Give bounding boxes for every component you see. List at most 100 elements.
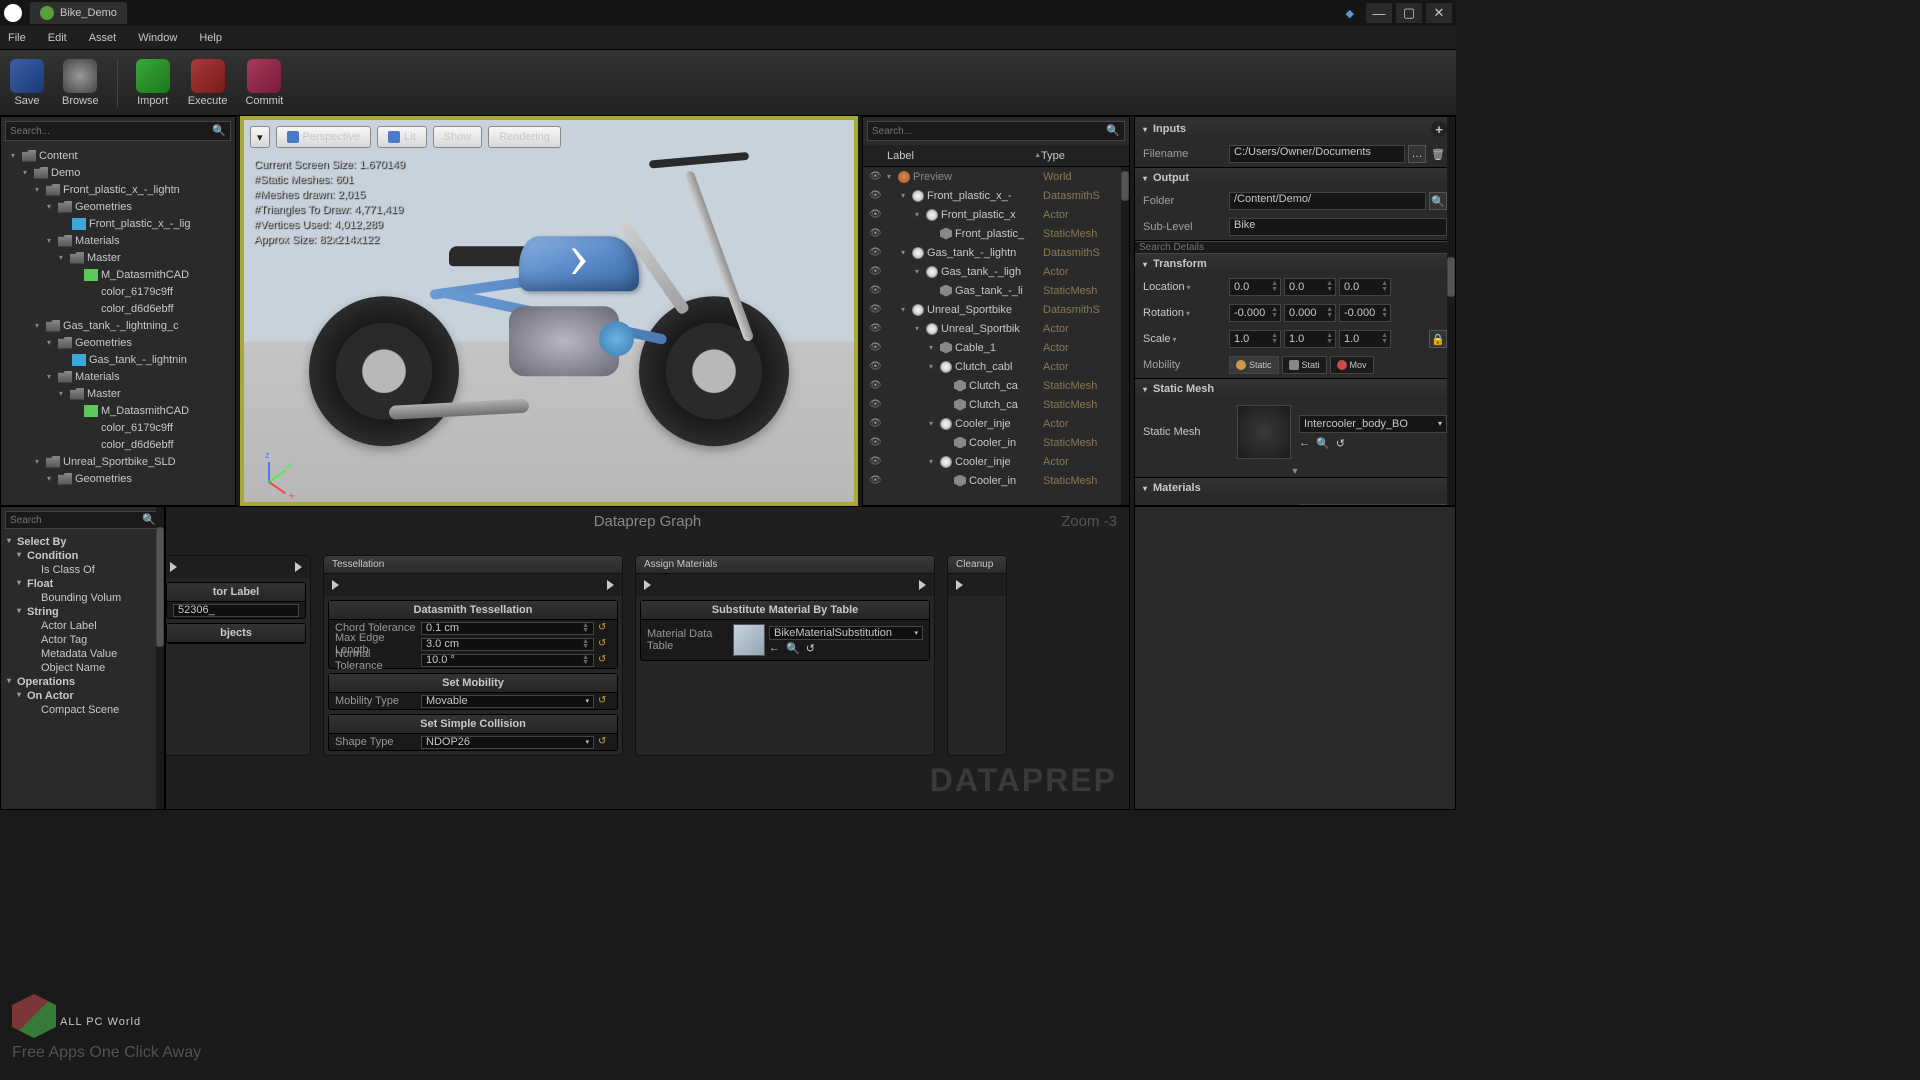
reset-asset-icon[interactable]: ↺ <box>806 642 815 655</box>
tree-item[interactable]: M_DatasmithCAD <box>1 266 235 283</box>
materials-section-header[interactable]: ▾Materials <box>1135 478 1455 498</box>
tree-item[interactable]: color_d6d6ebff <box>1 300 235 317</box>
reset-param-icon[interactable]: ↺ <box>598 638 611 651</box>
tree-item[interactable]: ▾Materials <box>1 232 235 249</box>
visibility-eye-icon[interactable]: 👁 <box>869 323 885 334</box>
browse-asset-icon[interactable]: 🔍 <box>1316 437 1330 450</box>
param-input[interactable]: 10.0 °▲▼ <box>421 654 594 667</box>
transform-input[interactable]: 1.0▲▼ <box>1229 330 1281 348</box>
selectby-search-input[interactable] <box>10 515 142 526</box>
selectby-item[interactable]: Is Class Of <box>1 563 164 577</box>
close-button[interactable]: ✕ <box>1426 3 1452 23</box>
delete-input-button[interactable]: 🗑 <box>1429 145 1447 163</box>
outliner-row[interactable]: 👁Clutch_caStaticMesh <box>883 376 1129 395</box>
lock-scale-button[interactable]: 🔒 <box>1429 330 1447 348</box>
viewport[interactable]: ▾ Perspective Lit Show Rendering Current… <box>240 116 858 506</box>
visibility-eye-icon[interactable]: 👁 <box>869 304 885 315</box>
transform-input[interactable]: 0.0▲▼ <box>1229 278 1281 296</box>
selectby-item[interactable]: Compact Scene <box>1 703 164 717</box>
commit-button[interactable]: Commit <box>245 59 283 107</box>
selectby-item[interactable]: Bounding Volum <box>1 591 164 605</box>
static-mesh-thumbnail[interactable] <box>1237 405 1291 459</box>
outliner-header[interactable]: Label ▲ Type <box>863 145 1129 167</box>
transform-input[interactable]: 0.0▲▼ <box>1284 278 1336 296</box>
selectby-item[interactable]: Metadata Value <box>1 647 164 661</box>
tree-item[interactable]: ▾Geometries <box>1 198 235 215</box>
mobility-stati-button[interactable]: Stati <box>1282 356 1327 374</box>
window-tab[interactable]: Bike_Demo <box>30 2 127 24</box>
selectby-item[interactable]: Actor Label <box>1 619 164 633</box>
selectby-item[interactable]: ▾Float <box>1 577 164 591</box>
tree-item[interactable]: ▾Master <box>1 249 235 266</box>
visibility-eye-icon[interactable]: 👁 <box>869 209 885 220</box>
tree-item[interactable]: ▾Geometries <box>1 470 235 487</box>
transform-input[interactable]: 1.0▲▼ <box>1339 330 1391 348</box>
maximize-button[interactable]: ▢ <box>1396 3 1422 23</box>
visibility-eye-icon[interactable]: 👁 <box>869 361 885 372</box>
visibility-eye-icon[interactable]: 👁 <box>869 418 885 429</box>
visibility-eye-icon[interactable]: 👁 <box>869 285 885 296</box>
tree-item[interactable]: color_6179c9ff <box>1 419 235 436</box>
reset-param-icon[interactable]: ↺ <box>598 736 611 749</box>
transform-input[interactable]: 1.0▲▼ <box>1284 330 1336 348</box>
outliner-row[interactable]: 👁▾Front_plastic_xActor <box>883 205 1129 224</box>
content-search-input[interactable] <box>10 126 212 137</box>
visibility-eye-icon[interactable]: 👁 <box>869 475 885 486</box>
transform-input[interactable]: 0.000▲▼ <box>1284 304 1336 322</box>
graph-node-assign-materials[interactable]: Assign Materials Substitute Material By … <box>635 555 935 756</box>
selectby-item[interactable]: Actor Tag <box>1 633 164 647</box>
add-input-button[interactable]: + <box>1431 121 1447 137</box>
minimize-button[interactable]: — <box>1366 3 1392 23</box>
tree-item[interactable]: Front_plastic_x_-_lig <box>1 215 235 232</box>
sublevel-input[interactable]: Bike <box>1229 218 1447 236</box>
save-button[interactable]: Save <box>10 59 44 107</box>
menu-edit[interactable]: Edit <box>48 32 67 44</box>
visibility-eye-icon[interactable]: 👁 <box>869 437 885 448</box>
visibility-eye-icon[interactable]: 👁 <box>869 380 885 391</box>
browse-path-button[interactable]: … <box>1408 145 1426 163</box>
selectby-item[interactable]: ▾Condition <box>1 549 164 563</box>
rendering-button[interactable]: Rendering <box>488 126 561 148</box>
execute-button[interactable]: Execute <box>188 59 228 107</box>
transform-section-header[interactable]: ▾Transform <box>1135 254 1455 274</box>
material-thumbnail[interactable] <box>1237 506 1291 507</box>
mobility-mov-button[interactable]: Mov <box>1330 356 1374 374</box>
tree-item[interactable]: Gas_tank_-_lightnin <box>1 351 235 368</box>
transform-input[interactable]: 0.0▲▼ <box>1339 278 1391 296</box>
outliner-row[interactable]: 👁▾Gas_tank_-_lighActor <box>883 262 1129 281</box>
selectby-item[interactable]: ▾Operations <box>1 675 164 689</box>
filename-input[interactable]: C:/Users/Owner/Documents <box>1229 145 1405 163</box>
outliner-row[interactable]: 👁▾Cooler_injeActor <box>883 414 1129 433</box>
outliner-row[interactable]: 👁▾Cable_1Actor <box>883 338 1129 357</box>
reset-param-icon[interactable]: ↺ <box>598 622 611 635</box>
graph-node[interactable]: tor Label 52306_ bjects <box>165 555 311 756</box>
import-button[interactable]: Import <box>136 59 170 107</box>
material-dropdown[interactable]: color_333333ff▾ <box>1299 504 1447 506</box>
selectby-item[interactable]: ▾String <box>1 605 164 619</box>
tree-item[interactable]: ▾Gas_tank_-_lightning_c <box>1 317 235 334</box>
selectby-item[interactable]: ▾Select By <box>1 535 164 549</box>
visibility-eye-icon[interactable]: 👁 <box>869 247 885 258</box>
perspective-button[interactable]: Perspective <box>276 126 371 148</box>
outliner-row[interactable]: 👁Gas_tank_-_liStaticMesh <box>883 281 1129 300</box>
outliner-row[interactable]: 👁▾PreviewWorld <box>883 167 1129 186</box>
mobility-static-button[interactable]: Static <box>1229 356 1279 374</box>
outliner-row[interactable]: 👁▾Gas_tank_-_lightnDatasmithS <box>883 243 1129 262</box>
tree-item[interactable]: ▾Geometries <box>1 334 235 351</box>
selectby-item[interactable]: ▾On Actor <box>1 689 164 703</box>
tree-item[interactable]: color_6179c9ff <box>1 283 235 300</box>
reset-param-icon[interactable]: ↺ <box>598 654 611 667</box>
tree-item[interactable]: ▾Unreal_Sportbike_SLD <box>1 453 235 470</box>
outliner-row[interactable]: 👁▾Unreal_SportbikActor <box>883 319 1129 338</box>
dataprep-graph-panel[interactable]: Dataprep Graph Zoom -3 DATAPREP tor Labe… <box>165 506 1130 810</box>
visibility-eye-icon[interactable]: 👁 <box>869 456 885 467</box>
static-mesh-section-header[interactable]: ▾Static Mesh <box>1135 379 1455 399</box>
details-search[interactable] <box>1135 241 1455 254</box>
outliner-row[interactable]: 👁Cooler_inStaticMesh <box>883 471 1129 490</box>
tree-item[interactable]: ▾Demo <box>1 164 235 181</box>
output-section-header[interactable]: ▾Output <box>1135 168 1455 188</box>
outliner-row[interactable]: 👁▾Front_plastic_x_-DatasmithS <box>883 186 1129 205</box>
step-value-input[interactable]: 52306_ <box>173 604 299 617</box>
outliner-row[interactable]: 👁Clutch_caStaticMesh <box>883 395 1129 414</box>
browse-asset-icon[interactable]: 🔍 <box>786 642 800 655</box>
